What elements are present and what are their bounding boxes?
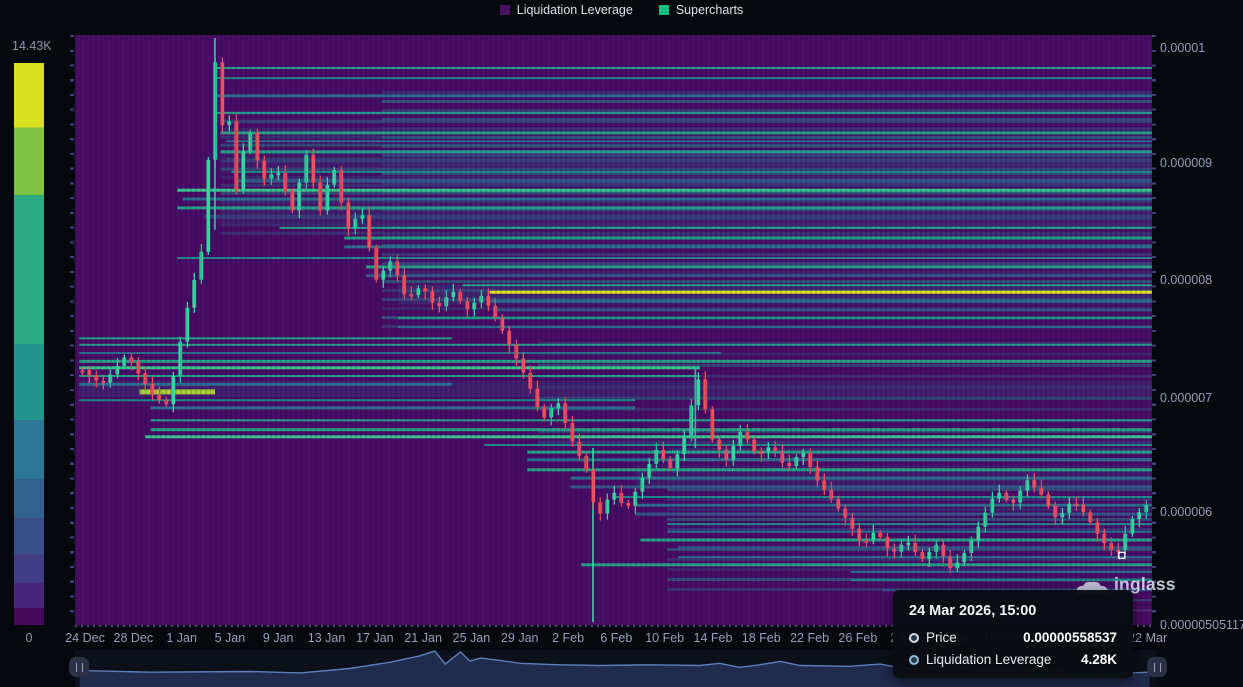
legend-item-supercharts[interactable]: Supercharts xyxy=(659,3,743,17)
price-axis-label: 0.000009 xyxy=(1160,156,1212,170)
legend-label: Liquidation Leverage xyxy=(517,3,633,17)
price-marker-icon xyxy=(909,633,919,643)
supercharts-swatch-icon xyxy=(659,5,669,15)
right-axis-ticks xyxy=(1152,35,1156,625)
date-axis-label: 22 Feb xyxy=(790,631,829,645)
price-axis-label: 0.00001 xyxy=(1160,41,1205,55)
date-axis-label: 25 Jan xyxy=(453,631,491,645)
left-axis-ticks xyxy=(70,35,74,625)
date-axis-label: 26 Feb xyxy=(838,631,877,645)
colorbar-max-label: 14.43K xyxy=(12,39,52,53)
tooltip-label: Price xyxy=(926,630,957,645)
price-axis-label: 0.00000505117 xyxy=(1160,618,1243,632)
date-axis-label: 18 Feb xyxy=(742,631,781,645)
chart-tooltip: 24 Mar 2026, 15:00 Price 0.00000558537 L… xyxy=(893,590,1133,678)
date-axis-label: 21 Jan xyxy=(404,631,442,645)
date-axis-label: 5 Jan xyxy=(215,631,246,645)
tooltip-row-price: Price 0.00000558537 xyxy=(909,630,1117,645)
tooltip-date: 24 Mar 2026, 15:00 xyxy=(909,603,1117,619)
tooltip-label: Liquidation Leverage xyxy=(926,652,1051,667)
date-axis-label: 6 Feb xyxy=(600,631,632,645)
grip-icon xyxy=(76,663,83,672)
legend-label: Supercharts xyxy=(676,3,743,17)
tooltip-value: 0.00000558537 xyxy=(1023,630,1117,645)
chart-legend: Liquidation Leverage Supercharts xyxy=(0,1,1243,18)
date-axis-label: 22 Mar xyxy=(1128,631,1167,645)
date-axis-label: 10 Feb xyxy=(645,631,684,645)
date-axis-label: 1 Jan xyxy=(166,631,197,645)
date-axis-label: 29 Jan xyxy=(501,631,539,645)
tooltip-value: 4.28K xyxy=(1081,652,1117,667)
liquidation-color-scale xyxy=(14,63,44,625)
tooltip-row-liquidation: Liquidation Leverage 4.28K xyxy=(909,652,1117,667)
legend-item-liquidation-leverage[interactable]: Liquidation Leverage xyxy=(500,3,633,17)
navigator-right-handle[interactable] xyxy=(1147,657,1167,677)
liquidation-heatmap-canvas[interactable] xyxy=(75,35,1152,625)
date-axis-label: 9 Jan xyxy=(263,631,294,645)
price-axis-label: 0.000007 xyxy=(1160,391,1212,405)
date-axis-label: 13 Jan xyxy=(308,631,346,645)
colorbar-min-label: 0 xyxy=(14,631,44,645)
navigator-left-handle[interactable] xyxy=(69,657,89,677)
date-axis-label: 14 Feb xyxy=(693,631,732,645)
date-axis-label: 17 Jan xyxy=(356,631,394,645)
price-axis-label: 0.000006 xyxy=(1160,505,1212,519)
grip-icon xyxy=(1154,663,1161,672)
date-axis-label: 2 Feb xyxy=(552,631,584,645)
price-axis-label: 0.000008 xyxy=(1160,273,1212,287)
heatmap-plot-area[interactable] xyxy=(75,35,1152,625)
liquidation-marker-icon xyxy=(909,655,919,665)
date-axis-label: 24 Dec xyxy=(65,631,105,645)
price-axis: 0.000010.0000090.0000080.0000070.0000060… xyxy=(1160,35,1243,625)
liquidation-heatmap-page: { "legend": { "items": [ {"label": "Liqu… xyxy=(0,0,1243,687)
liquidation-leverage-swatch-icon xyxy=(500,5,510,15)
date-axis-label: 28 Dec xyxy=(114,631,154,645)
